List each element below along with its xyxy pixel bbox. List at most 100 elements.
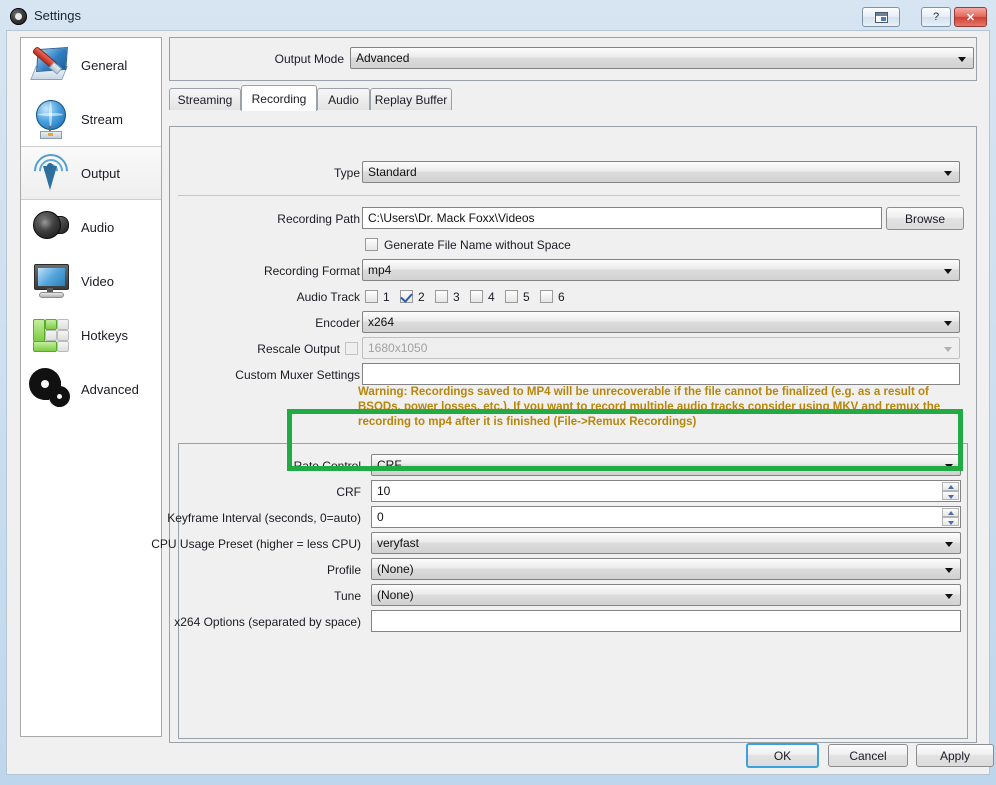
type-select[interactable]: Standard xyxy=(362,161,960,183)
audio-track-3-label: 3 xyxy=(453,290,460,304)
crf-stepper-down-icon[interactable] xyxy=(942,491,959,500)
row-recording-format: Recording Format mp4 xyxy=(170,259,976,285)
generate-no-space-label: Generate File Name without Space xyxy=(384,238,571,252)
window-title: Settings xyxy=(34,8,81,23)
chevron-down-icon xyxy=(944,269,952,274)
chevron-down-icon xyxy=(944,321,952,326)
audio-track-label: Audio Track xyxy=(296,290,360,304)
settings-right-pane: Output Mode Advanced Streaming Recording… xyxy=(151,37,977,743)
client-area: General Stream Output Audio Video Hotkey… xyxy=(6,30,994,775)
output-mode-label: Output Mode xyxy=(274,52,344,66)
type-value: Standard xyxy=(368,165,417,179)
row-rescale-output: Rescale Output 1680x1050 xyxy=(170,337,976,363)
encoder-label: Encoder xyxy=(315,316,360,330)
tab-streaming[interactable]: Streaming xyxy=(169,88,241,110)
advanced-icon xyxy=(29,368,73,410)
keyframe-interval-stepper[interactable] xyxy=(942,508,959,526)
chevron-down-icon xyxy=(945,464,953,469)
audio-track-6-checkbox[interactable] xyxy=(540,290,553,303)
general-icon xyxy=(29,44,73,86)
tab-audio[interactable]: Audio xyxy=(317,88,370,110)
obs-logo-icon xyxy=(10,8,27,25)
rescale-output-select: 1680x1050 xyxy=(362,337,960,359)
rescale-output-value: 1680x1050 xyxy=(368,341,428,355)
crf-stepper[interactable] xyxy=(942,482,959,500)
recording-path-label: Recording Path xyxy=(277,212,360,226)
sidebar-item-label: Stream xyxy=(81,111,123,127)
profile-select[interactable]: (None) xyxy=(371,558,961,580)
chevron-down-icon xyxy=(945,594,953,599)
output-mode-select[interactable]: Advanced xyxy=(350,47,974,69)
tab-recording[interactable]: Recording xyxy=(241,85,317,111)
row-cpu-preset: CPU Usage Preset (higher = less CPU) ver… xyxy=(151,532,977,558)
row-encoder: Encoder x264 xyxy=(170,311,976,337)
x264-options-input[interactable] xyxy=(371,610,961,632)
help-button[interactable]: ? xyxy=(921,7,951,27)
audio-track-3-checkbox[interactable] xyxy=(435,290,448,303)
recording-format-select[interactable]: mp4 xyxy=(362,259,960,281)
sidebar-item-output[interactable]: Output xyxy=(21,146,161,200)
audio-track-1-checkbox[interactable] xyxy=(365,290,378,303)
keyframe-stepper-down-icon[interactable] xyxy=(942,517,959,526)
sidebar-item-label: Advanced xyxy=(81,381,139,397)
encoder-value: x264 xyxy=(368,315,395,329)
custom-muxer-label: Custom Muxer Settings xyxy=(235,368,360,382)
cpu-preset-value: veryfast xyxy=(377,536,420,550)
rescale-output-label: Rescale Output xyxy=(257,342,340,356)
row-generate-no-space: Generate File Name without Space xyxy=(170,233,976,259)
sidebar-item-hotkeys[interactable]: Hotkeys xyxy=(21,308,161,362)
title-bar: Settings ? ✕ xyxy=(0,0,996,33)
recording-format-value: mp4 xyxy=(368,263,392,277)
audio-track-1-label: 1 xyxy=(383,290,390,304)
output-mode-bar: Output Mode Advanced xyxy=(169,37,977,81)
tune-select[interactable]: (None) xyxy=(371,584,961,606)
crf-stepper-up-icon[interactable] xyxy=(942,482,959,491)
chevron-down-icon xyxy=(958,57,966,62)
cancel-button[interactable]: Cancel xyxy=(828,744,908,767)
dialog-button-bar: OK Cancel Apply xyxy=(20,743,994,771)
audio-icon xyxy=(29,206,73,248)
tab-strip: Streaming Recording Audio Replay Buffer xyxy=(169,85,977,111)
cpu-preset-select[interactable]: veryfast xyxy=(371,532,961,554)
rate-control-value: CRF xyxy=(377,458,402,472)
profile-value: (None) xyxy=(377,562,414,576)
rate-control-select[interactable]: CRF xyxy=(371,454,961,476)
hotkeys-icon xyxy=(29,314,73,356)
restore-window-icon xyxy=(874,11,888,23)
sidebar-item-audio[interactable]: Audio xyxy=(21,200,161,254)
sidebar-item-video[interactable]: Video xyxy=(21,254,161,308)
ok-button[interactable]: OK xyxy=(746,743,819,768)
audio-track-2-checkbox[interactable] xyxy=(400,290,413,303)
type-label: Type xyxy=(333,166,360,180)
keyframe-interval-label: Keyframe Interval (seconds, 0=auto) xyxy=(167,511,361,525)
profile-label: Profile xyxy=(326,563,361,577)
sidebar-item-advanced[interactable]: Advanced xyxy=(21,362,161,416)
browse-button[interactable]: Browse xyxy=(886,207,964,230)
recording-format-label: Recording Format xyxy=(263,264,360,278)
audio-track-5-label: 5 xyxy=(523,290,530,304)
settings-sidebar: General Stream Output Audio Video Hotkey… xyxy=(20,37,162,737)
sidebar-item-general[interactable]: General xyxy=(21,38,161,92)
apply-button[interactable]: Apply xyxy=(916,744,994,767)
sidebar-item-label: Output xyxy=(81,165,121,181)
audio-track-4-checkbox[interactable] xyxy=(470,290,483,303)
encoder-select[interactable]: x264 xyxy=(362,311,960,333)
recording-path-input[interactable]: C:\Users\Dr. Mack Foxx\Videos xyxy=(362,207,882,229)
audio-track-5-checkbox[interactable] xyxy=(505,290,518,303)
tab-replay-buffer[interactable]: Replay Buffer xyxy=(370,88,452,110)
rate-control-label: Rate Control xyxy=(293,459,361,473)
close-window-button[interactable]: ✕ xyxy=(954,7,987,27)
restore-window-button[interactable] xyxy=(862,7,900,27)
row-rate-control: Rate Control CRF xyxy=(171,454,977,480)
keyframe-interval-input[interactable]: 0 xyxy=(371,506,961,528)
keyframe-stepper-up-icon[interactable] xyxy=(942,508,959,517)
sidebar-item-label: Hotkeys xyxy=(81,327,128,343)
sidebar-item-stream[interactable]: Stream xyxy=(21,92,161,146)
section-divider xyxy=(178,195,960,196)
row-tune: Tune (None) xyxy=(171,584,977,610)
crf-input[interactable]: 10 xyxy=(371,480,961,502)
row-crf: CRF 10 xyxy=(171,480,977,506)
generate-no-space-checkbox[interactable] xyxy=(365,238,378,251)
custom-muxer-input[interactable] xyxy=(362,363,960,385)
rescale-output-checkbox[interactable] xyxy=(345,342,358,355)
